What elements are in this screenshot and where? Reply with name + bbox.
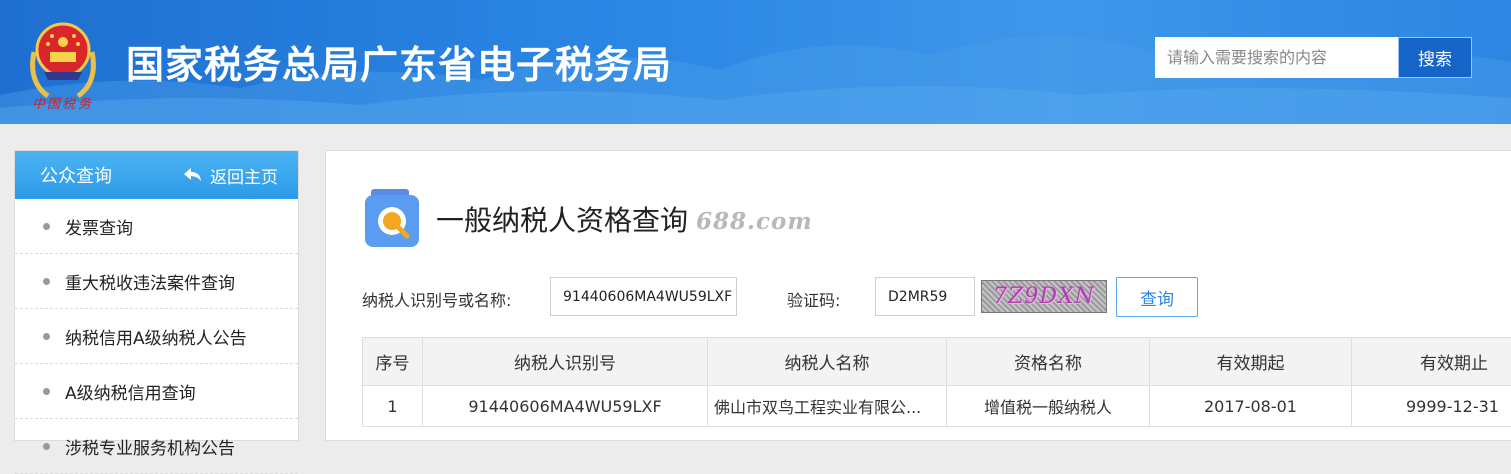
column-header: 有效期止 [1352, 338, 1511, 386]
sidebar-item-label: A级纳税信用查询 [65, 379, 196, 404]
page-title: 一般纳税人资格查询 [436, 199, 688, 239]
svg-text:国: 国 [47, 97, 62, 112]
table-cell: 1 [363, 386, 423, 427]
column-header: 纳税人识别号 [423, 338, 708, 386]
sidebar-item-a-grade-credit-query[interactable]: A级纳税信用查询 [15, 364, 298, 419]
bullet-icon [43, 333, 50, 340]
reply-arrow-icon [184, 168, 202, 182]
svg-text:务: 务 [78, 97, 92, 112]
bullet-icon [43, 278, 50, 285]
sidebar-item-tax-service-agency[interactable]: 涉税专业服务机构公告 [15, 419, 298, 474]
captcha-image[interactable]: 7Z9DXN [981, 280, 1107, 313]
sidebar-item-label: 涉税专业服务机构公告 [65, 434, 235, 459]
sidebar-item-major-tax-violation[interactable]: 重大税收违法案件查询 [15, 254, 298, 309]
bullet-icon [43, 388, 50, 395]
bullet-icon [43, 443, 50, 450]
column-header: 纳税人名称 [708, 338, 947, 386]
site-title: 国家税务总局广东省电子税务局 [126, 34, 672, 89]
table-row: 1 91440606MA4WU59LXF 佛山市双鸟工程实业有限公... 增值税… [363, 386, 1511, 427]
sidebar-title: 公众查询 [40, 162, 112, 188]
sidebar-header: 公众查询 返回主页 [15, 151, 298, 199]
sidebar-item-invoice-query[interactable]: 发票查询 [15, 199, 298, 254]
captcha-input[interactable] [875, 277, 975, 316]
captcha-label: 验证码: [787, 287, 840, 311]
svg-text:税: 税 [62, 97, 77, 112]
table-cell: 增值税一般纳税人 [947, 386, 1150, 427]
sidebar-item-label: 重大税收违法案件查询 [65, 269, 235, 294]
svg-text:中: 中 [32, 97, 46, 112]
table-cell: 91440606MA4WU59LXF [423, 386, 708, 427]
column-header: 序号 [363, 338, 423, 386]
watermark: 688.com [696, 208, 813, 235]
sidebar-item-label: 纳税信用A级纳税人公告 [65, 324, 247, 349]
result-table: 序号 纳税人识别号 纳税人名称 资格名称 有效期起 有效期止 1 9144060… [362, 337, 1511, 427]
captcha-image-text: 7Z9DXN [993, 284, 1095, 309]
main-content: 一般纳税人资格查询 688.com 纳税人识别号或名称: 验证码: 7Z9DXN… [325, 150, 1511, 441]
table-header-row: 序号 纳税人识别号 纳税人名称 资格名称 有效期起 有效期止 [363, 338, 1511, 386]
back-home-label: 返回主页 [210, 163, 278, 188]
query-button[interactable]: 查询 [1116, 277, 1198, 317]
bullet-icon [43, 223, 50, 230]
table-cell: 9999-12-31 [1352, 386, 1511, 427]
taxpayer-id-input[interactable] [550, 277, 737, 316]
column-header: 有效期起 [1150, 338, 1352, 386]
search-button[interactable]: 搜索 [1398, 37, 1472, 78]
public-query-sidebar: 公众查询 返回主页 发票查询 重大税收违法案件查询 纳税信用A级纳税人公告 A级… [14, 150, 299, 441]
taxpayer-id-label: 纳税人识别号或名称: [362, 287, 511, 311]
site-header: 中国税务 国家税务总局广东省电子税务局 搜索 [0, 0, 1511, 124]
search-input[interactable] [1155, 37, 1399, 78]
table-cell: 2017-08-01 [1150, 386, 1352, 427]
sidebar-item-a-grade-announcement[interactable]: 纳税信用A级纳税人公告 [15, 309, 298, 364]
column-header: 资格名称 [947, 338, 1150, 386]
back-home-link[interactable]: 返回主页 [184, 163, 278, 188]
sidebar-item-label: 发票查询 [65, 214, 133, 239]
query-page-icon [363, 189, 421, 247]
table-cell: 佛山市双鸟工程实业有限公... [708, 386, 947, 427]
tax-emblem-logo: 中国税务 [24, 12, 102, 116]
